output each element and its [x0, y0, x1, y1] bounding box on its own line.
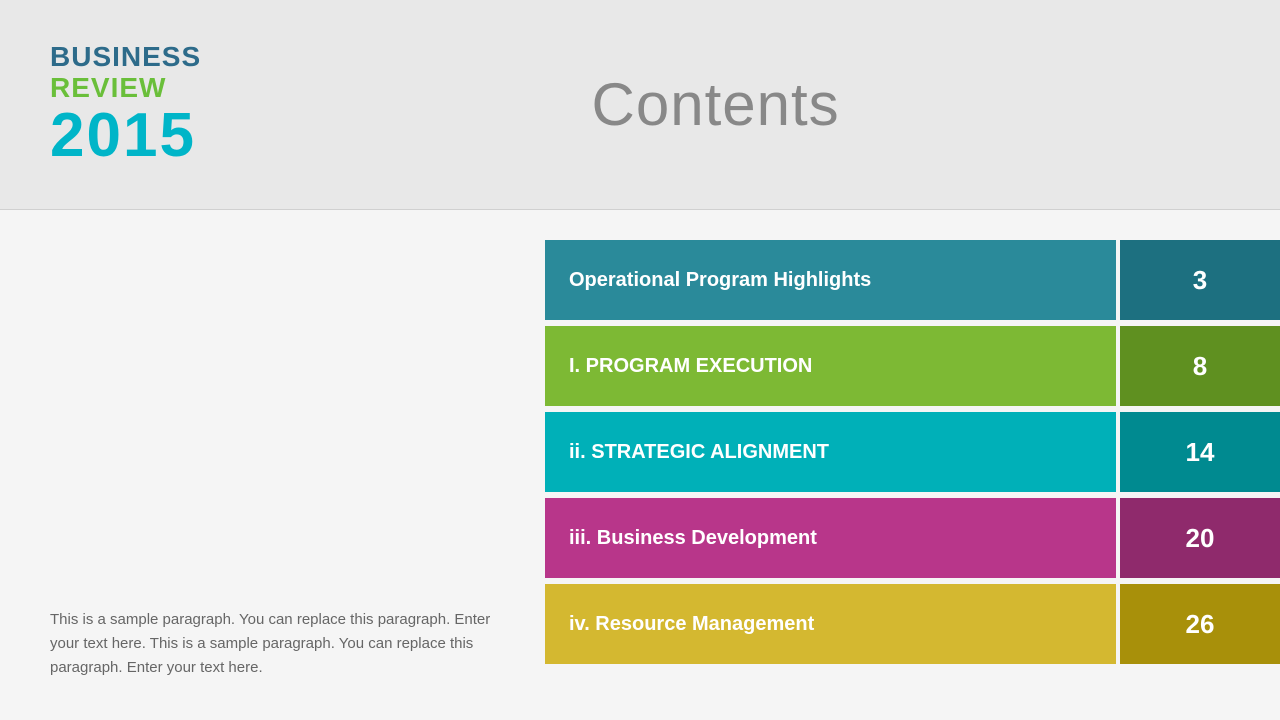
toc-row[interactable]: iii. Business Development20	[545, 498, 1280, 578]
table-of-contents: Operational Program Highlights3I. PROGRA…	[545, 210, 1280, 720]
content-area: This is a sample paragraph. You can repl…	[0, 210, 1280, 720]
toc-page-1: 3	[1120, 240, 1280, 320]
toc-row[interactable]: iv. Resource Management26	[545, 584, 1280, 664]
toc-row[interactable]: ii. STRATEGIC ALIGNMENT14	[545, 412, 1280, 492]
toc-page-5: 26	[1120, 584, 1280, 664]
toc-page-4: 20	[1120, 498, 1280, 578]
brand-review: REVIEW	[50, 73, 201, 104]
toc-label-5: iv. Resource Management	[545, 584, 1116, 664]
toc-row[interactable]: Operational Program Highlights3	[545, 240, 1280, 320]
brand-business: BUSINESS	[50, 42, 201, 73]
toc-page-3: 14	[1120, 412, 1280, 492]
toc-label-1: Operational Program Highlights	[545, 240, 1116, 320]
sample-paragraph: This is a sample paragraph. You can repl…	[50, 608, 495, 680]
brand-year: 2015	[50, 105, 201, 167]
toc-label-2: I. PROGRAM EXECUTION	[545, 326, 1116, 406]
toc-label-3: ii. STRATEGIC ALIGNMENT	[545, 412, 1116, 492]
left-panel: This is a sample paragraph. You can repl…	[0, 210, 545, 720]
toc-label-4: iii. Business Development	[545, 498, 1116, 578]
page-title: Contents	[201, 70, 1230, 139]
toc-page-2: 8	[1120, 326, 1280, 406]
toc-row[interactable]: I. PROGRAM EXECUTION8	[545, 326, 1280, 406]
page-header: BUSINESS REVIEW 2015 Contents	[0, 0, 1280, 210]
branding-block: BUSINESS REVIEW 2015	[50, 42, 201, 168]
